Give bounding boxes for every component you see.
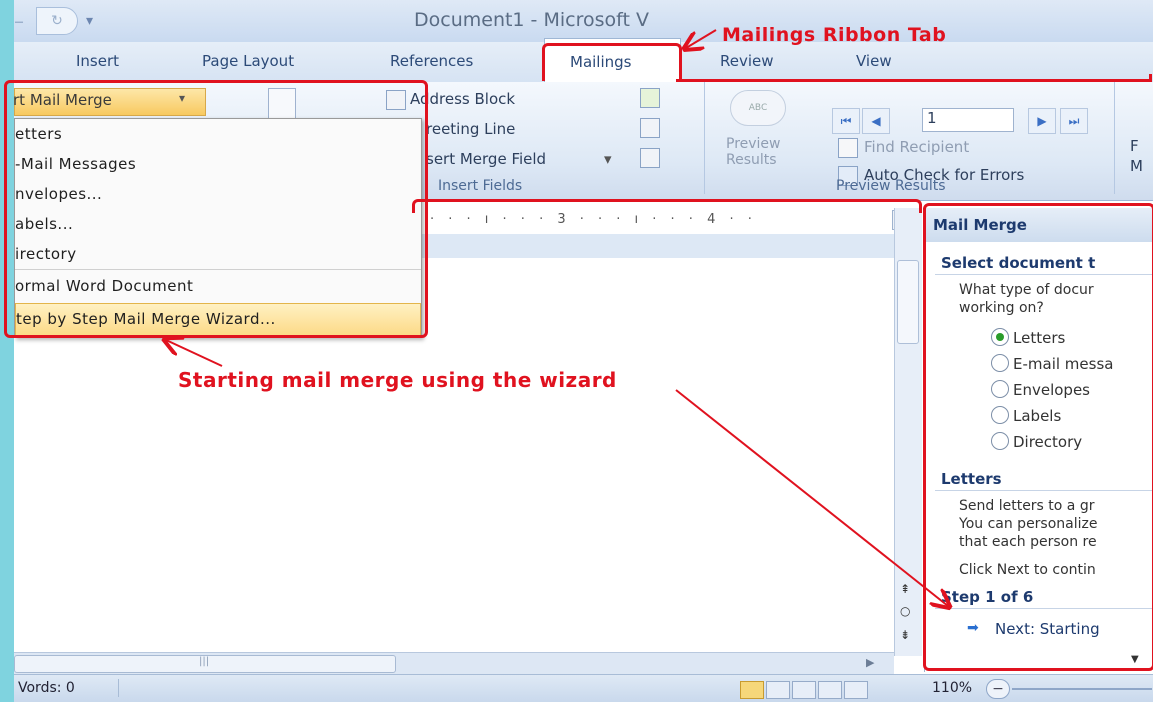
tab-insert[interactable]: Insert	[76, 52, 119, 70]
chevron-down-icon[interactable]: ▾	[604, 150, 612, 168]
dropdown-highlight-box	[4, 80, 428, 338]
insert-fields-group-label: Insert Fields	[438, 178, 523, 194]
tab-view[interactable]: View	[856, 52, 892, 70]
word-count[interactable]: Vords: 0	[18, 680, 75, 696]
status-divider	[118, 679, 719, 697]
undo-partial-icon[interactable]: –	[14, 9, 28, 33]
insert-merge-field-button[interactable]: sert Merge Field	[426, 150, 546, 168]
tab-review[interactable]: Review	[720, 52, 774, 70]
preview-results-icon[interactable]: ABC	[730, 90, 786, 126]
outline-view-icon[interactable]	[818, 681, 842, 699]
group-separator	[704, 82, 705, 194]
finish-merge-button[interactable]: F M	[1130, 136, 1143, 176]
group-separator	[1114, 82, 1115, 194]
zoom-slider[interactable]	[1012, 688, 1152, 690]
title-bar: – ↻ ▾ Document1 - Microsoft V	[14, 0, 1153, 42]
preview-results-button[interactable]: Preview Results	[726, 136, 781, 168]
annotation-mailings-tab: Mailings Ribbon Tab	[722, 24, 947, 46]
vertical-scroll-thumb[interactable]	[897, 260, 919, 344]
pane-highlight-box	[923, 203, 1153, 671]
greeting-line-button[interactable]: reeting Line	[426, 120, 515, 138]
zoom-level[interactable]: 110%	[932, 680, 972, 696]
status-bar: Vords: 0 110% −	[14, 674, 1153, 702]
redo-icon[interactable]: ↻	[36, 7, 78, 35]
full-screen-reading-icon[interactable]	[766, 681, 790, 699]
ruler-highlight-box	[412, 199, 922, 213]
page-gap	[420, 234, 894, 258]
print-layout-view-icon[interactable]	[740, 681, 764, 699]
find-recipient-icon	[838, 138, 858, 158]
zoom-out-icon[interactable]: −	[986, 679, 1010, 699]
ruler-marks: · · · ı · · · 3 · · · ı · · · 4 · ·	[430, 212, 757, 227]
ribbon-underline	[676, 74, 1152, 82]
first-record-icon[interactable]: ⏮	[832, 108, 860, 134]
find-recipient-button[interactable]: Find Recipient	[864, 138, 969, 156]
tab-references[interactable]: References	[390, 52, 473, 70]
tab-page-layout[interactable]: Page Layout	[202, 52, 294, 70]
previous-page-icon[interactable]: ⇞	[900, 582, 910, 596]
rules-icon[interactable]	[640, 88, 660, 108]
horizontal-scroll-thumb[interactable]: |||	[14, 655, 396, 673]
draft-view-icon[interactable]	[844, 681, 868, 699]
web-layout-icon[interactable]	[792, 681, 816, 699]
previous-record-icon[interactable]: ◀	[862, 108, 890, 134]
next-page-icon[interactable]: ⇟	[900, 628, 910, 642]
mailings-tab-highlight	[542, 43, 682, 81]
window-title: Document1 - Microsoft V	[414, 9, 649, 31]
last-record-icon[interactable]: ⏭	[1060, 108, 1088, 134]
quick-access-toolbar: – ↻ ▾	[14, 7, 93, 35]
select-browse-object-icon[interactable]: ○	[900, 604, 910, 618]
match-fields-icon[interactable]	[640, 118, 660, 138]
annotation-wizard: Starting mail merge using the wizard	[178, 368, 617, 392]
customize-arrow-icon[interactable]: ▾	[86, 13, 93, 29]
grip-icon: |||	[199, 656, 210, 667]
next-record-icon[interactable]: ▶	[1028, 108, 1056, 134]
preview-results-group-label: Preview Results	[836, 178, 946, 194]
scroll-right-icon[interactable]: ▶	[866, 656, 874, 669]
record-number-input[interactable]: 1	[922, 108, 1014, 132]
update-labels-icon[interactable]	[640, 148, 660, 168]
